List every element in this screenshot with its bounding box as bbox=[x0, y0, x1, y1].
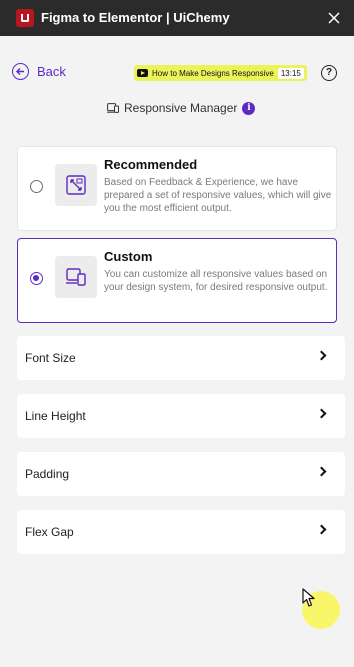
setting-row-padding[interactable]: Padding bbox=[17, 452, 345, 496]
help-icon[interactable]: ? bbox=[321, 65, 337, 81]
setting-row-flex-gap[interactable]: Flex Gap bbox=[17, 510, 345, 554]
window-title: Figma to Elementor | UiChemy bbox=[41, 10, 230, 25]
chevron-right-icon bbox=[316, 524, 327, 535]
setting-label: Font Size bbox=[25, 351, 76, 365]
setting-label: Padding bbox=[25, 467, 70, 481]
option-recommended[interactable]: Recommended Based on Feedback & Experien… bbox=[17, 146, 337, 231]
setting-row-font-size[interactable]: Font Size bbox=[17, 336, 345, 380]
chevron-right-icon bbox=[316, 350, 327, 361]
scale-icon bbox=[55, 164, 97, 206]
mouse-pointer-icon bbox=[302, 588, 315, 607]
title-bar: Figma to Elementor | UiChemy bbox=[0, 0, 354, 36]
radio-recommended[interactable] bbox=[30, 180, 43, 193]
option-description: Based on Feedback & Experience, we have … bbox=[104, 177, 332, 214]
option-title: Recommended bbox=[104, 157, 198, 172]
back-label: Back bbox=[37, 64, 66, 79]
chevron-right-icon bbox=[316, 466, 327, 477]
section-heading: Responsive Manager i bbox=[107, 101, 256, 115]
devices-icon bbox=[55, 256, 97, 298]
youtube-icon bbox=[137, 69, 148, 77]
setting-row-line-height[interactable]: Line Height bbox=[17, 394, 345, 438]
chevron-right-icon bbox=[316, 408, 327, 419]
option-description: You can customize all responsive values … bbox=[104, 269, 328, 293]
setting-label: Line Height bbox=[25, 409, 86, 423]
app-logo bbox=[16, 9, 34, 27]
radio-custom[interactable] bbox=[30, 272, 43, 285]
section-title: Responsive Manager bbox=[124, 101, 238, 115]
video-title: How to Make Designs Responsive bbox=[152, 68, 274, 78]
option-custom[interactable]: Custom You can customize all responsive … bbox=[17, 238, 337, 323]
arrow-left-icon bbox=[12, 63, 29, 80]
setting-label: Flex Gap bbox=[25, 525, 74, 539]
video-duration: 13:15 bbox=[277, 67, 304, 79]
back-button[interactable]: Back bbox=[12, 63, 66, 80]
close-icon bbox=[328, 12, 340, 24]
info-icon[interactable]: i bbox=[242, 101, 256, 115]
close-button[interactable] bbox=[324, 8, 344, 28]
option-title: Custom bbox=[104, 249, 153, 264]
devices-icon bbox=[107, 103, 119, 113]
video-tutorial-link[interactable]: How to Make Designs Responsive 13:15 bbox=[134, 65, 307, 81]
